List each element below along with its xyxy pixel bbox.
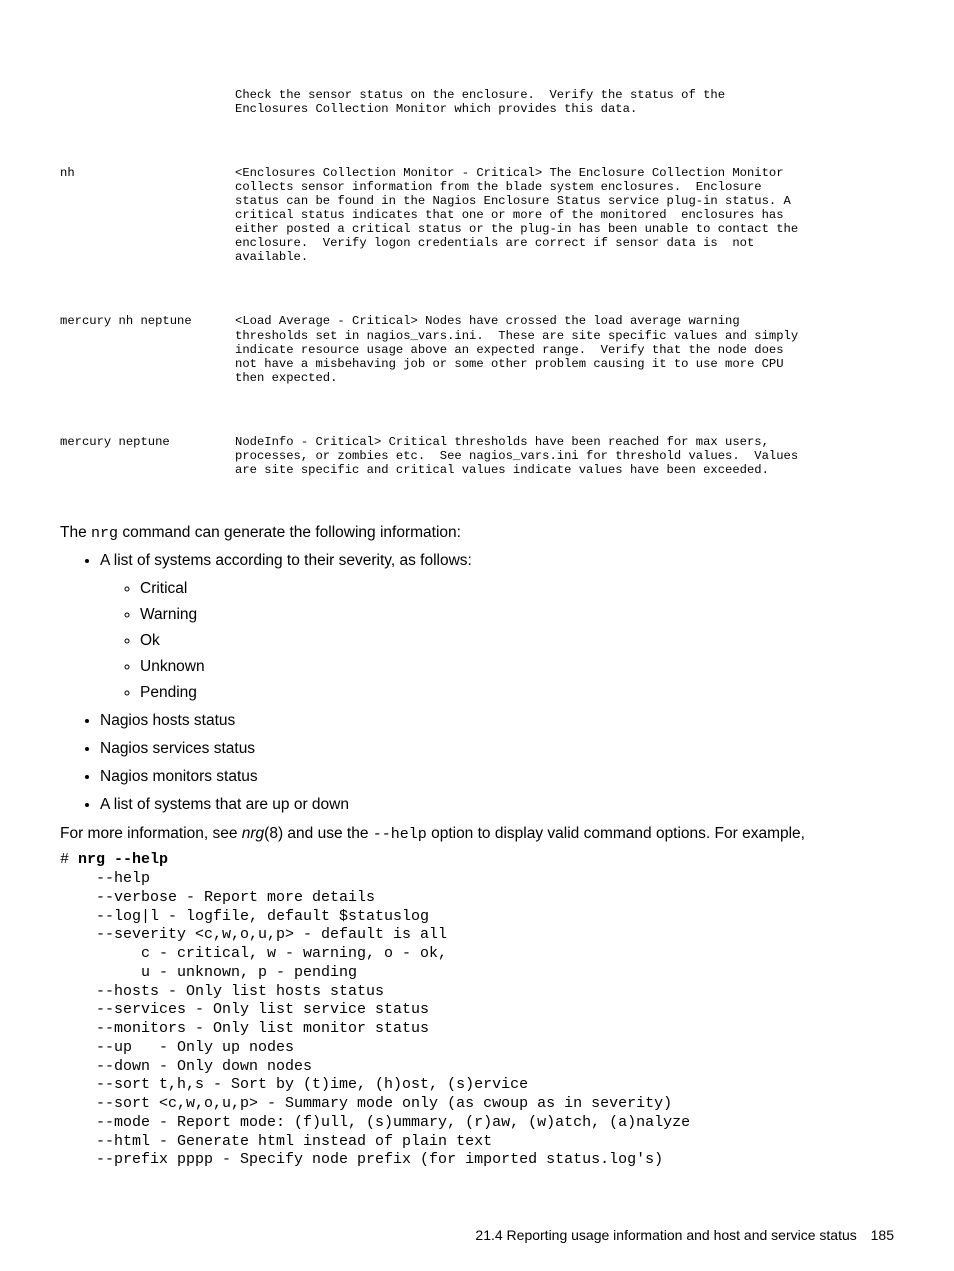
severity-sublist: Critical Warning Ok Unknown Pending [100, 580, 894, 702]
text: (8) and use the [264, 825, 373, 842]
paragraph: For more information, see nrg(8) and use… [60, 824, 894, 845]
list-item: Nagios services status [100, 740, 894, 758]
table-cell: nh [60, 166, 235, 264]
table-cell [60, 88, 235, 116]
text: command can generate the following infor… [118, 524, 461, 541]
code-block: # nrg --help --help --verbose - Report m… [60, 851, 894, 1170]
list-item: Unknown [140, 658, 894, 676]
text: A list of systems according to their sev… [100, 552, 472, 569]
code-line: u - unknown, p - pending [60, 964, 357, 981]
table-cell: NodeInfo - Critical> Critical thresholds… [235, 435, 805, 477]
list-item: Ok [140, 632, 894, 650]
text: option to display valid command options.… [427, 825, 805, 842]
code-line: --services - Only list service status [60, 1001, 429, 1018]
code-line: --verbose - Report more details [60, 889, 375, 906]
list-item: Nagios monitors status [100, 768, 894, 786]
table-cell: mercury neptune [60, 435, 235, 477]
table-cell: <Load Average - Critical> Nodes have cro… [235, 314, 805, 384]
text: The [60, 524, 91, 541]
code-line: --log|l - logfile, default $statuslog [60, 908, 429, 925]
list-item: Nagios hosts status [100, 712, 894, 730]
code-line: --severity <c,w,o,u,p> - default is all [60, 926, 447, 943]
table-cell: <Enclosures Collection Monitor - Critica… [235, 166, 805, 264]
text: For more information, see [60, 825, 242, 842]
table-cell: Check the sensor status on the enclosure… [235, 88, 805, 116]
command: nrg --help [78, 851, 168, 868]
status-table: Check the sensor status on the enclosure… [60, 60, 894, 513]
list-item: A list of systems according to their sev… [100, 552, 894, 702]
nrg-code: nrg [91, 525, 118, 542]
code-line: --prefix pppp - Specify node prefix (for… [60, 1151, 663, 1168]
page-number: 185 [871, 1227, 894, 1243]
prompt: # [60, 851, 78, 868]
info-list: A list of systems according to their sev… [60, 552, 894, 814]
list-item: Critical [140, 580, 894, 598]
list-item: Pending [140, 684, 894, 702]
code-line: --up - Only up nodes [60, 1039, 294, 1056]
code-line: --help [60, 870, 150, 887]
table-cell: mercury nh neptune [60, 314, 235, 384]
code-line: --sort <c,w,o,u,p> - Summary mode only (… [60, 1095, 672, 1112]
code-line: --sort t,h,s - Sort by (t)ime, (h)ost, (… [60, 1076, 528, 1093]
code-line: --down - Only down nodes [60, 1058, 312, 1075]
list-item: Warning [140, 606, 894, 624]
code-line: --monitors - Only list monitor status [60, 1020, 429, 1037]
page-footer: 21.4 Reporting usage information and hos… [475, 1227, 894, 1243]
footer-section: 21.4 Reporting usage information and hos… [475, 1227, 856, 1243]
paragraph: The nrg command can generate the followi… [60, 523, 894, 544]
code-line: c - critical, w - warning, o - ok, [60, 945, 447, 962]
help-option-code: --help [373, 826, 427, 843]
italic-text: nrg [242, 825, 264, 842]
code-line: --hosts - Only list hosts status [60, 983, 384, 1000]
code-line: --html - Generate html instead of plain … [60, 1133, 492, 1150]
code-line: --mode - Report mode: (f)ull, (s)ummary,… [60, 1114, 690, 1131]
list-item: A list of systems that are up or down [100, 796, 894, 814]
